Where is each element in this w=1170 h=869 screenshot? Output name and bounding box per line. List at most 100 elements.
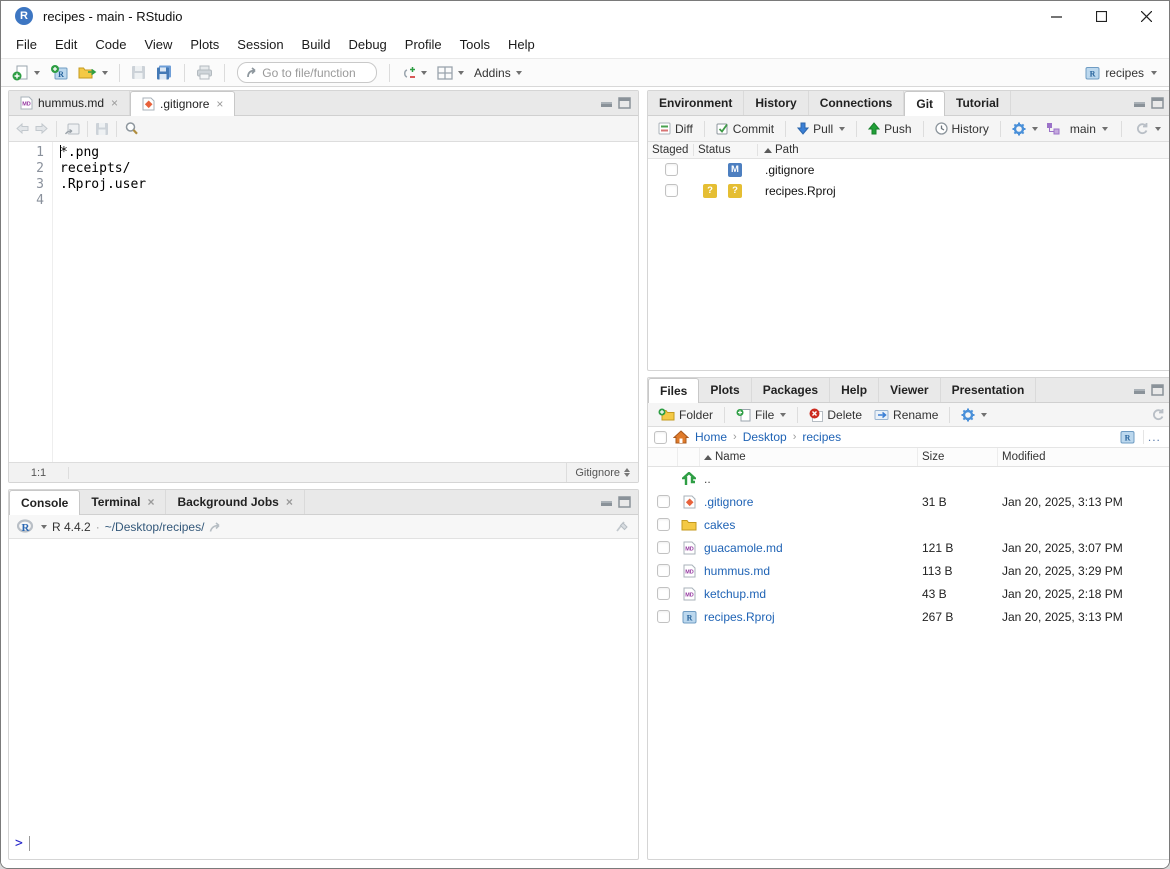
maximize-pane-icon[interactable] xyxy=(1151,97,1164,109)
save-file-icon[interactable] xyxy=(95,122,109,136)
close-tab-icon[interactable]: × xyxy=(286,495,293,509)
pull-button[interactable]: Pull xyxy=(793,120,849,138)
find-replace-icon[interactable] xyxy=(124,121,139,136)
breadcrumb-recipes[interactable]: recipes xyxy=(802,430,841,444)
file-row-recipes-rproj[interactable]: R recipes.Rproj 267 B Jan 20, 2025, 3:13… xyxy=(648,605,1170,628)
tab-terminal[interactable]: Terminal × xyxy=(80,490,166,514)
cursor-position[interactable]: 1:1 xyxy=(9,467,69,479)
git-refresh-button[interactable] xyxy=(1131,120,1165,137)
close-tab-icon[interactable]: × xyxy=(147,495,154,509)
tab-packages[interactable]: Packages xyxy=(752,378,830,402)
column-header-modified[interactable]: Modified xyxy=(998,448,1170,466)
menu-tools[interactable]: Tools xyxy=(451,33,499,56)
git-row-recipes-rproj[interactable]: ? ? recipes.Rproj xyxy=(648,180,1170,201)
commit-button[interactable]: Commit xyxy=(712,120,778,138)
open-file-button[interactable] xyxy=(75,63,111,82)
file-checkbox[interactable] xyxy=(657,541,670,554)
file-name[interactable]: .gitignore xyxy=(700,495,918,509)
file-row-gitignore[interactable]: .gitignore 31 B Jan 20, 2025, 3:13 PM xyxy=(648,490,1170,513)
column-header-path[interactable]: Path xyxy=(758,144,799,156)
forward-icon[interactable] xyxy=(34,122,49,135)
r-version-icon[interactable]: R xyxy=(17,519,34,534)
history-button[interactable]: History xyxy=(931,120,993,138)
maximize-pane-icon[interactable] xyxy=(1151,384,1164,396)
column-header-name[interactable]: Name xyxy=(700,448,918,466)
home-icon[interactable] xyxy=(673,430,689,444)
file-name[interactable]: cakes xyxy=(700,518,918,532)
new-file-button[interactable] xyxy=(9,62,43,83)
tab-history[interactable]: History xyxy=(744,91,808,115)
file-name[interactable]: recipes.Rproj xyxy=(700,610,918,624)
tab-plots[interactable]: Plots xyxy=(699,378,751,402)
tab-files[interactable]: Files xyxy=(648,378,699,403)
file-checkbox[interactable] xyxy=(657,610,670,623)
refresh-icon[interactable] xyxy=(1151,408,1165,421)
file-name[interactable]: guacamole.md xyxy=(700,541,918,555)
version-control-button[interactable] xyxy=(398,63,430,83)
column-header-status[interactable]: Status xyxy=(694,144,758,156)
breadcrumb-more-button[interactable]: ... xyxy=(1143,430,1165,444)
file-row-parent-directory[interactable]: .. xyxy=(648,467,1170,490)
project-menu-button[interactable]: R recipes xyxy=(1081,64,1161,82)
tab-connections[interactable]: Connections xyxy=(809,91,905,115)
file-type-selector[interactable]: Gitignore xyxy=(566,463,638,482)
tab-environment[interactable]: Environment xyxy=(648,91,744,115)
close-tab-icon[interactable]: × xyxy=(216,97,223,111)
column-header-staged[interactable]: Staged xyxy=(648,144,694,156)
tab-presentation[interactable]: Presentation xyxy=(941,378,1037,402)
save-all-button[interactable] xyxy=(153,63,176,82)
minimize-pane-icon[interactable] xyxy=(600,497,613,507)
r-version-dropdown-caret[interactable] xyxy=(41,525,47,529)
code-editor[interactable]: 1 2 3 4 *.png receipts/ .Rproj.user xyxy=(9,142,638,462)
new-folder-button[interactable]: Folder xyxy=(654,406,717,424)
file-name[interactable]: ketchup.md xyxy=(700,587,918,601)
minimize-pane-icon[interactable] xyxy=(1133,385,1146,395)
menu-edit[interactable]: Edit xyxy=(46,33,86,56)
maximize-pane-icon[interactable] xyxy=(618,496,631,508)
tab-background-jobs[interactable]: Background Jobs × xyxy=(166,490,304,514)
file-name[interactable]: hummus.md xyxy=(700,564,918,578)
maximize-pane-icon[interactable] xyxy=(618,97,631,109)
breadcrumb-desktop[interactable]: Desktop xyxy=(743,430,787,444)
tab-tutorial[interactable]: Tutorial xyxy=(945,91,1011,115)
menu-profile[interactable]: Profile xyxy=(396,33,451,56)
git-more-button[interactable] xyxy=(1008,120,1042,138)
workspace-panes-button[interactable] xyxy=(434,64,467,82)
working-directory-label[interactable]: ~/Desktop/recipes/ xyxy=(105,520,205,534)
git-row-gitignore[interactable]: M .gitignore xyxy=(648,159,1170,180)
delete-file-button[interactable]: Delete xyxy=(805,406,866,424)
new-project-button[interactable]: R xyxy=(47,62,71,83)
file-checkbox[interactable] xyxy=(657,495,670,508)
file-row-hummus[interactable]: MD hummus.md 113 B Jan 20, 2025, 3:29 PM xyxy=(648,559,1170,582)
tab-console[interactable]: Console xyxy=(9,490,80,515)
close-window-button[interactable] xyxy=(1124,1,1169,31)
tab-viewer[interactable]: Viewer xyxy=(879,378,940,402)
file-row-cakes[interactable]: cakes xyxy=(648,513,1170,536)
column-header-size[interactable]: Size xyxy=(918,448,998,466)
new-blank-file-button[interactable]: File xyxy=(732,406,790,424)
file-row-ketchup[interactable]: MD ketchup.md 43 B Jan 20, 2025, 2:18 PM xyxy=(648,582,1170,605)
maximize-window-button[interactable] xyxy=(1079,1,1124,31)
branch-selector[interactable]: main xyxy=(1066,120,1112,138)
select-all-checkbox[interactable] xyxy=(654,431,667,444)
menu-build[interactable]: Build xyxy=(293,33,340,56)
goto-directory-icon[interactable] xyxy=(209,521,223,533)
minimize-pane-icon[interactable] xyxy=(1133,98,1146,108)
breadcrumb-home[interactable]: Home xyxy=(695,430,727,444)
tab-help[interactable]: Help xyxy=(830,378,879,402)
minimize-window-button[interactable] xyxy=(1034,1,1079,31)
console-output[interactable]: > xyxy=(9,539,638,859)
menu-plots[interactable]: Plots xyxy=(181,33,228,56)
menu-debug[interactable]: Debug xyxy=(339,33,395,56)
save-button[interactable] xyxy=(128,63,149,82)
rproject-cube-icon[interactable]: R xyxy=(1120,430,1135,444)
branch-icon[interactable] xyxy=(1046,122,1060,135)
staged-checkbox[interactable] xyxy=(665,163,678,176)
menu-help[interactable]: Help xyxy=(499,33,544,56)
menu-session[interactable]: Session xyxy=(228,33,292,56)
menu-file[interactable]: File xyxy=(7,33,46,56)
goto-file-input[interactable] xyxy=(262,66,368,80)
file-row-guacamole[interactable]: MD guacamole.md 121 B Jan 20, 2025, 3:07… xyxy=(648,536,1170,559)
push-button[interactable]: Push xyxy=(864,120,915,138)
addins-button[interactable]: Addins xyxy=(471,64,525,82)
